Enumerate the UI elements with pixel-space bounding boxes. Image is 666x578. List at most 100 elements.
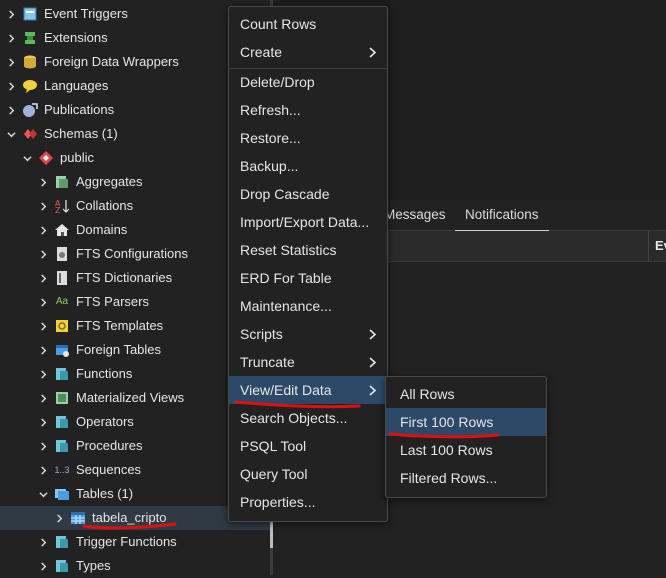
chevron-right-icon[interactable] xyxy=(36,434,50,458)
tree-item-foreign-tables[interactable]: Foreign Tables xyxy=(36,338,161,362)
menu-item-maintenance[interactable]: Maintenance... xyxy=(229,292,387,320)
menu-item-truncate[interactable]: Truncate xyxy=(229,348,387,376)
table-group-icon xyxy=(54,486,70,502)
submenu-item-last-100-rows[interactable]: Last 100 Rows xyxy=(386,436,546,464)
menu-item-view-edit-data[interactable]: View/Edit Data xyxy=(229,376,387,404)
collation-icon: AZ xyxy=(54,198,70,214)
menu-item-label: PSQL Tool xyxy=(240,438,307,454)
chevron-down-icon[interactable] xyxy=(4,122,18,146)
chevron-right-icon[interactable] xyxy=(36,242,50,266)
tree-item-sequences[interactable]: 1..3 Sequences xyxy=(36,458,141,482)
grid-column-header[interactable]: Ev xyxy=(648,231,666,261)
menu-item-drop-cascade[interactable]: Drop Cascade xyxy=(229,180,387,208)
menu-item-properties[interactable]: Properties... xyxy=(229,488,387,516)
menu-item-reset-statistics[interactable]: Reset Statistics xyxy=(229,236,387,264)
tree-item-operators[interactable]: Operators xyxy=(36,410,134,434)
chevron-right-icon[interactable] xyxy=(4,26,18,50)
fts-parser-icon: Aa xyxy=(55,296,69,307)
chevron-right-icon[interactable] xyxy=(36,290,50,314)
tree-item-extensions[interactable]: Extensions xyxy=(4,26,108,50)
tree-item-label: Materialized Views xyxy=(76,390,185,405)
tree-item-label: Event Triggers xyxy=(44,6,128,21)
submenu-item-filtered-rows[interactable]: Filtered Rows... xyxy=(386,464,546,492)
tree-item-publications[interactable]: Publications xyxy=(4,98,114,122)
chevron-down-icon[interactable] xyxy=(20,146,34,170)
tree-item-collations[interactable]: AZ Collations xyxy=(36,194,133,218)
chevron-right-icon[interactable] xyxy=(36,170,50,194)
chevron-right-icon[interactable] xyxy=(36,530,50,554)
chevron-right-icon[interactable] xyxy=(4,2,18,26)
chevron-right-icon[interactable] xyxy=(36,458,50,482)
tree-item-fts-parsers[interactable]: Aa FTS Parsers xyxy=(36,290,149,314)
menu-item-count-rows[interactable]: Count Rows xyxy=(229,10,387,38)
tree-item-functions[interactable]: Functions xyxy=(36,362,132,386)
tree-item-label: FTS Parsers xyxy=(76,294,149,309)
menu-item-erd-for-table[interactable]: ERD For Table xyxy=(229,264,387,292)
tree-item-label: Procedures xyxy=(76,438,143,453)
menu-item-create[interactable]: Create xyxy=(229,38,387,66)
chevron-right-icon[interactable] xyxy=(36,194,50,218)
chevron-right-icon[interactable] xyxy=(4,50,18,74)
chevron-right-icon xyxy=(369,376,377,404)
tree-item-label: Functions xyxy=(76,366,133,381)
tree-item-label: Operators xyxy=(76,414,134,429)
menu-item-query-tool[interactable]: Query Tool xyxy=(229,460,387,488)
chevron-right-icon[interactable] xyxy=(36,218,50,242)
chevron-right-icon[interactable] xyxy=(36,386,50,410)
tree-item-tables[interactable]: Tables (1) xyxy=(36,482,133,506)
trigger-function-icon xyxy=(54,534,70,550)
chevron-right-icon[interactable] xyxy=(36,266,50,290)
submenu-item-all-rows[interactable]: All Rows xyxy=(386,380,546,408)
tree-item-fts-configurations[interactable]: FTS Configurations xyxy=(36,242,188,266)
menu-item-refresh[interactable]: Refresh... xyxy=(229,96,387,124)
tree-item-languages[interactable]: Languages xyxy=(4,74,108,98)
chevron-right-icon[interactable] xyxy=(36,314,50,338)
tree-item-materialized-views[interactable]: Materialized Views xyxy=(36,386,184,410)
tree-item-trigger-functions[interactable]: Trigger Functions xyxy=(36,530,177,554)
chevron-right-icon[interactable] xyxy=(4,98,18,122)
chevron-right-icon[interactable] xyxy=(36,554,50,578)
tree-item-foreign-data-wrappers[interactable]: Foreign Data Wrappers xyxy=(4,50,179,74)
submenu-item-first-100-rows[interactable]: First 100 Rows xyxy=(386,408,546,436)
chevron-right-icon[interactable] xyxy=(52,506,66,530)
chevron-down-icon[interactable] xyxy=(36,482,50,506)
chevron-right-icon[interactable] xyxy=(36,338,50,362)
tree-item-types[interactable]: Types xyxy=(36,554,111,578)
tree-item-procedures[interactable]: Procedures xyxy=(36,434,142,458)
scrollbar-thumb[interactable] xyxy=(270,520,273,548)
tab-notifications[interactable]: Notifications xyxy=(455,202,549,232)
menu-item-delete-drop[interactable]: Delete/Drop xyxy=(229,68,387,96)
chevron-right-icon[interactable] xyxy=(36,362,50,386)
materialized-view-icon xyxy=(54,390,70,406)
menu-item-import-export-data[interactable]: Import/Export Data... xyxy=(229,208,387,236)
tree-item-aggregates[interactable]: Aggregates xyxy=(36,170,143,194)
menu-item-label: Search Objects... xyxy=(240,410,348,426)
tree-item-fts-dictionaries[interactable]: FTS Dictionaries xyxy=(36,266,172,290)
menu-item-label: ERD For Table xyxy=(240,270,332,286)
tree-item-label: public xyxy=(60,150,94,165)
tree-item-domains[interactable]: Domains xyxy=(36,218,127,242)
publication-icon xyxy=(22,102,38,118)
event-trigger-icon xyxy=(22,6,38,22)
menu-item-label: Refresh... xyxy=(240,102,301,118)
menu-item-restore[interactable]: Restore... xyxy=(229,124,387,152)
tree-item-label: Sequences xyxy=(76,462,142,477)
public-schema-icon xyxy=(38,150,54,166)
menu-item-label: Properties... xyxy=(240,494,316,510)
type-icon xyxy=(54,558,70,574)
chevron-right-icon[interactable] xyxy=(36,410,50,434)
menu-item-label: Scripts xyxy=(240,326,283,342)
menu-item-search-objects[interactable]: Search Objects... xyxy=(229,404,387,432)
menu-item-backup[interactable]: Backup... xyxy=(229,152,387,180)
tree-item-public[interactable]: public xyxy=(20,146,94,170)
menu-item-label: Reset Statistics xyxy=(240,242,337,258)
tree-item-event-triggers[interactable]: Event Triggers xyxy=(4,2,128,26)
menu-item-scripts[interactable]: Scripts xyxy=(229,320,387,348)
menu-item-label: View/Edit Data xyxy=(240,382,332,398)
menu-item-psql-tool[interactable]: PSQL Tool xyxy=(229,432,387,460)
chevron-right-icon[interactable] xyxy=(4,74,18,98)
procedure-icon xyxy=(54,438,70,454)
foreign-table-icon xyxy=(54,342,70,358)
tree-item-schemas[interactable]: Schemas (1) xyxy=(4,122,118,146)
tree-item-fts-templates[interactable]: FTS Templates xyxy=(36,314,163,338)
